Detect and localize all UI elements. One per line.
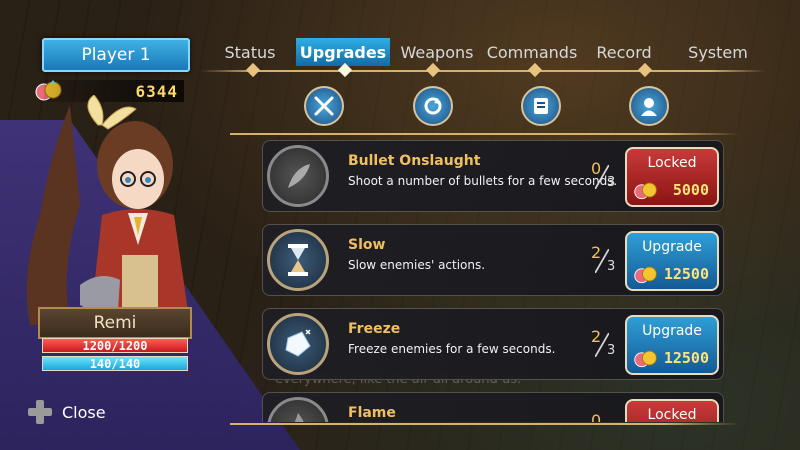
crossed-swords-glyph: [314, 96, 334, 116]
rotate-refresh-icon[interactable]: [413, 86, 453, 126]
scroll-icon[interactable]: [521, 86, 561, 126]
upgrade-cost: 5000: [672, 181, 709, 199]
upgrade-description: Shoot a number of bullets for a few seco…: [348, 174, 618, 188]
rotate-glyph: [424, 97, 442, 115]
flame-icon: [267, 397, 329, 422]
upgrade-description: Slow enemies' actions.: [348, 258, 486, 272]
gold-coins-icon: [634, 182, 657, 200]
ice-crystal-icon: [267, 313, 329, 375]
tab-system[interactable]: System: [684, 38, 752, 66]
tab-record[interactable]: Record: [588, 38, 660, 66]
bullet-feather-icon: [267, 145, 329, 207]
upgrade-cost: 12500: [663, 265, 709, 283]
upgrade-max-level: 3: [607, 175, 616, 190]
gold-coins-icon: [634, 350, 657, 368]
upgrade-row[interactable]: Bullet Onslaught Shoot a number of bulle…: [262, 140, 724, 212]
hp-bar: 1200/1200: [42, 338, 188, 353]
upgrade-row[interactable]: Freeze Freeze enemies for a few seconds.…: [262, 308, 724, 380]
tab-commands[interactable]: Commands: [484, 38, 580, 66]
upgrade-button[interactable]: Upgrade 12500: [625, 231, 719, 291]
locked-button[interactable]: Locked 5000: [625, 147, 719, 207]
character-icon[interactable]: [629, 86, 669, 126]
upgrade-title: Flame: [348, 405, 396, 421]
character-name: Remi: [38, 307, 192, 339]
tab-upgrades[interactable]: Upgrades: [296, 38, 390, 66]
tab-bar: Status Upgrades Weapons Commands Record …: [210, 38, 770, 66]
action-label: Locked: [647, 407, 697, 422]
hourglass-glyph: [288, 244, 308, 276]
list-top-divider: [230, 133, 740, 135]
upgrade-max-level: 3: [607, 259, 616, 274]
character-portrait: [26, 95, 190, 325]
flame-glyph: [294, 413, 304, 422]
upgrade-title: Bullet Onslaught: [348, 153, 481, 169]
tab-status[interactable]: Status: [210, 38, 290, 66]
upgrade-level: 0: [591, 411, 602, 422]
action-label: Upgrade: [642, 323, 702, 339]
upgrade-cost: 12500: [663, 349, 709, 367]
gold-coins-icon: [634, 266, 657, 284]
action-label: Locked: [647, 155, 697, 171]
locked-button[interactable]: Locked: [625, 399, 719, 422]
upgrade-row[interactable]: Flame 0 Locked: [262, 392, 724, 422]
upgrade-description: Freeze enemies for a few seconds.: [348, 342, 556, 356]
player-label: Player 1: [42, 38, 190, 72]
dpad-icon: [28, 400, 52, 424]
close-label: Close: [62, 402, 106, 422]
character-glyph: [641, 98, 657, 116]
action-label: Upgrade: [642, 239, 702, 255]
upgrade-button[interactable]: Upgrade 12500: [625, 315, 719, 375]
list-bottom-divider: [230, 423, 740, 425]
upgrade-list: Bullet Onslaught Shoot a number of bulle…: [262, 140, 724, 422]
feather-glyph: [288, 164, 310, 188]
scroll-glyph: [534, 98, 548, 114]
tab-weapons[interactable]: Weapons: [396, 38, 478, 66]
close-button[interactable]: Close: [28, 400, 106, 424]
tab-divider: [200, 70, 766, 72]
crossed-swords-icon[interactable]: [304, 86, 344, 126]
upgrade-row[interactable]: Slow Slow enemies' actions. 2 3 Upgrade …: [262, 224, 724, 296]
mp-bar: 140/140: [42, 356, 188, 371]
upgrade-title: Slow: [348, 237, 386, 253]
hourglass-icon: [267, 229, 329, 291]
upgrade-max-level: 3: [607, 343, 616, 358]
ice-crystal-glyph: [285, 329, 311, 357]
upgrade-title: Freeze: [348, 321, 401, 337]
